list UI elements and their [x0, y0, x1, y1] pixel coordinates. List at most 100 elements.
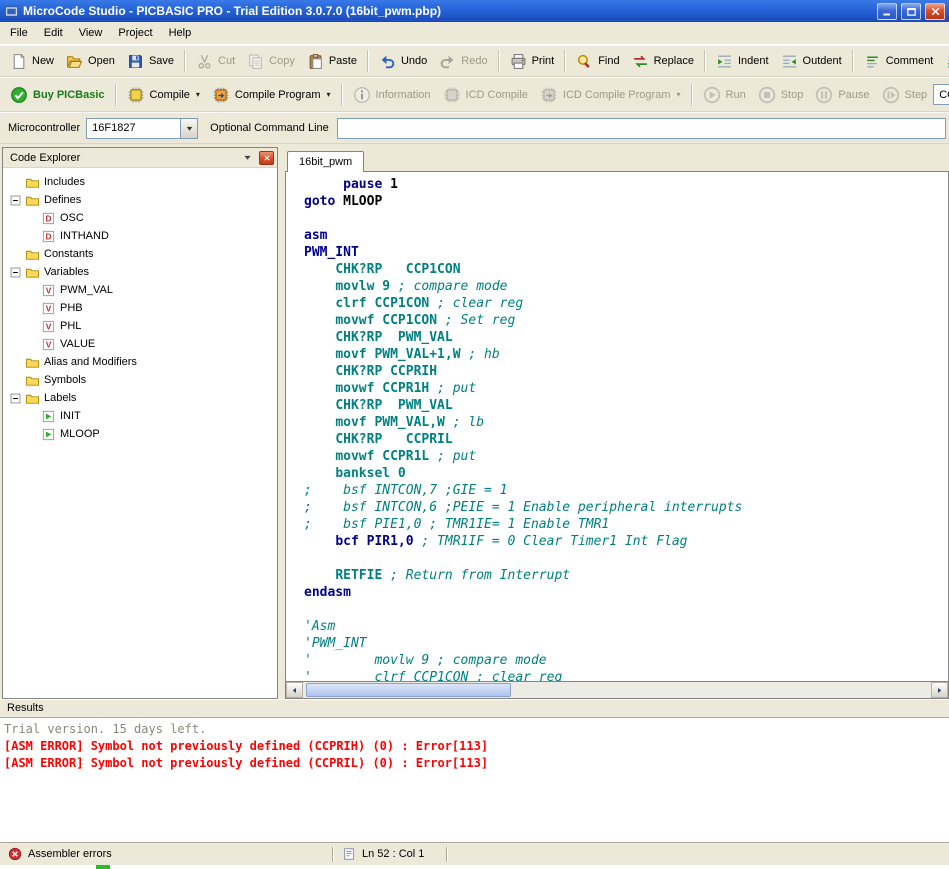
replace-icon [632, 53, 649, 70]
code-line: ; bsf INTCON,6 ;PEIE = 1 Enable peripher… [304, 499, 948, 516]
tree-item-pwm-val[interactable]: VPWM_VAL [3, 281, 277, 299]
error-status-icon [8, 847, 22, 861]
tree-item-variables[interactable]: Variables [3, 263, 277, 281]
save-button[interactable]: Save [121, 50, 180, 73]
result-error-line[interactable]: [ASM ERROR] Symbol not previously define… [4, 738, 945, 755]
tree-item-value[interactable]: VVALUE [3, 335, 277, 353]
close-button[interactable] [925, 3, 945, 20]
paste-icon [307, 53, 324, 70]
svg-text:V: V [46, 285, 52, 295]
tree-item-includes[interactable]: Includes [3, 173, 277, 191]
tree-item-phb[interactable]: VPHB [3, 299, 277, 317]
panel-splitter[interactable] [278, 147, 285, 699]
paste-button[interactable]: Paste [301, 50, 363, 73]
tree-item-init[interactable]: INIT [3, 407, 277, 425]
cut-button[interactable]: Cut [190, 50, 241, 73]
code-line [304, 550, 948, 567]
result-info-line: Trial version. 15 days left. [4, 721, 945, 738]
scroll-left-button[interactable] [286, 682, 303, 698]
toolbar-separator [341, 84, 343, 106]
status-message: Assembler errors [28, 848, 112, 860]
scrollbar-track[interactable] [511, 682, 931, 698]
folder-icon [25, 265, 40, 280]
svg-text:V: V [46, 303, 52, 313]
code-line: CHK?RP PWM_VAL [304, 397, 948, 414]
outdent-button[interactable]: Outdent [775, 50, 848, 73]
information-button[interactable]: Information [347, 83, 437, 107]
tree-item-osc[interactable]: DOSC [3, 209, 277, 227]
result-error-line[interactable]: [ASM ERROR] Symbol not previously define… [4, 755, 945, 772]
minimize-button[interactable] [877, 3, 897, 20]
menu-file[interactable]: File [2, 23, 36, 43]
comment-button[interactable]: Comment [858, 50, 940, 73]
button-label: New [32, 55, 54, 67]
button-label: Outdent [803, 55, 842, 67]
com-port-value: COM1 [934, 89, 949, 101]
copy-button[interactable]: Copy [241, 50, 301, 73]
tree-collapse-icon[interactable] [9, 266, 22, 279]
horizontal-scrollbar[interactable] [285, 682, 949, 699]
code-line: CHK?RP CCP1CON [304, 261, 948, 278]
folder-icon [25, 391, 40, 406]
svg-text:D: D [45, 213, 51, 223]
tree-collapse-icon[interactable] [9, 194, 22, 207]
icd-compile-button[interactable]: ICD Compile [437, 83, 534, 107]
scrollbar-thumb[interactable] [306, 683, 511, 697]
menu-edit[interactable]: Edit [36, 23, 71, 43]
menu-help[interactable]: Help [161, 23, 200, 43]
buy-picbasic-button[interactable]: Buy PICBasic [4, 83, 111, 107]
tab-16bit_pwm[interactable]: 16bit_pwm [287, 151, 364, 172]
outdent-icon [781, 53, 798, 70]
indent-button[interactable]: Indent [710, 50, 775, 73]
stop-button[interactable]: Stop [752, 83, 810, 107]
code-editor[interactable]: pause 1goto MLOOP asmPWM_INT CHK?RP CCP1… [285, 171, 949, 682]
pause-button[interactable]: Pause [809, 83, 875, 107]
print-button[interactable]: Print [504, 50, 561, 73]
new-button[interactable]: New [4, 50, 60, 73]
tree-item-defines[interactable]: Defines [3, 191, 277, 209]
dropdown-arrow-icon[interactable]: ▾ [196, 90, 200, 99]
tree-collapse-icon[interactable] [9, 392, 22, 405]
step-button[interactable]: Step [876, 83, 934, 107]
combo-arrow-icon[interactable] [180, 119, 197, 138]
compile-button[interactable]: Compile▾ [121, 83, 206, 107]
svg-text:V: V [46, 339, 52, 349]
dropdown-arrow-icon[interactable]: ▾ [677, 90, 681, 99]
find-button[interactable]: Find [570, 50, 625, 73]
compile-program-button[interactable]: Compile Program▾ [206, 83, 337, 107]
title-bar: MicroCode Studio - PICBASIC PRO - Trial … [0, 0, 949, 22]
tree-item-labels[interactable]: Labels [3, 389, 277, 407]
tree-item-mloop[interactable]: MLOOP [3, 425, 277, 443]
redo-button[interactable]: Redo [433, 50, 493, 73]
tree-spacer [25, 284, 38, 297]
uncomment-button[interactable]: Uncomment [939, 50, 949, 73]
tree-item-symbols[interactable]: Symbols [3, 371, 277, 389]
panel-close-button[interactable] [259, 151, 274, 165]
microcontroller-combo[interactable]: 16F1827 [86, 118, 198, 139]
run-button[interactable]: Run [697, 83, 752, 107]
com-port-combo[interactable]: COM1 [933, 84, 949, 105]
open-button[interactable]: Open [60, 50, 121, 73]
tree-item-phl[interactable]: VPHL [3, 317, 277, 335]
device-toolbar: Microcontroller 16F1827 Optional Command… [0, 112, 949, 144]
chevron-down-icon[interactable] [240, 150, 255, 165]
scroll-right-button[interactable] [931, 682, 948, 698]
icd-compile-program-button[interactable]: ICD Compile Program▾ [534, 83, 687, 107]
code-line: 'PWM_INT [304, 635, 948, 652]
button-label: Redo [461, 55, 487, 67]
code-line: movf PWM_VAL+1,W ; hb [304, 346, 948, 363]
tree-spacer [25, 302, 38, 315]
menu-project[interactable]: Project [110, 23, 160, 43]
command-line-input[interactable] [337, 118, 946, 139]
menu-bar: FileEditViewProjectHelp [0, 22, 949, 45]
window-title: MicroCode Studio - PICBASIC PRO - Trial … [23, 4, 873, 18]
undo-button[interactable]: Undo [373, 50, 433, 73]
menu-view[interactable]: View [71, 23, 111, 43]
replace-button[interactable]: Replace [626, 50, 700, 73]
button-label: Find [598, 55, 619, 67]
tree-item-constants[interactable]: Constants [3, 245, 277, 263]
tree-item-alias-and-modifiers[interactable]: Alias and Modifiers [3, 353, 277, 371]
tree-item-inthand[interactable]: DINTHAND [3, 227, 277, 245]
maximize-button[interactable] [901, 3, 921, 20]
dropdown-arrow-icon[interactable]: ▾ [327, 90, 331, 99]
